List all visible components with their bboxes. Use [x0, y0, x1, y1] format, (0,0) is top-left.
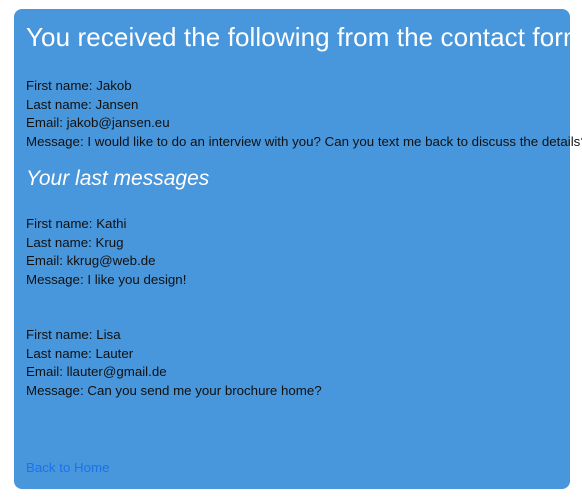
received-message: Message: I would like to do an interview…	[26, 133, 582, 149]
message-text: Message: I like you design!	[26, 271, 187, 287]
list-item: First name: Lisa Last name: Lauter Email…	[26, 326, 558, 400]
message-email: Email: kkrug@web.de	[26, 253, 156, 268]
contact-result-card: You received the following from the cont…	[14, 9, 582, 489]
message-last-name: Last name: Lauter	[26, 345, 134, 361]
message-text: Message: Can you send me your brochure h…	[26, 382, 322, 398]
message-email: Email: llauter@gmail.de	[26, 364, 167, 379]
list-item: First name: Kathi Last name: Krug Email:…	[26, 215, 558, 289]
received-submission: First name: Jakob Last name: Jansen Emai…	[26, 77, 582, 151]
last-messages-heading: Your last messages	[26, 167, 210, 190]
received-email: Email: jakob@jansen.eu	[26, 115, 170, 130]
received-first-name: First name: Jakob	[26, 78, 132, 93]
message-first-name: First name: Lisa	[26, 327, 121, 342]
message-first-name: First name: Kathi	[26, 216, 127, 231]
message-last-name: Last name: Krug	[26, 234, 124, 250]
page-title: You received the following from the cont…	[26, 22, 582, 52]
back-to-home-link[interactable]: Back to Home	[26, 459, 110, 477]
received-last-name: Last name: Jansen	[26, 96, 139, 112]
